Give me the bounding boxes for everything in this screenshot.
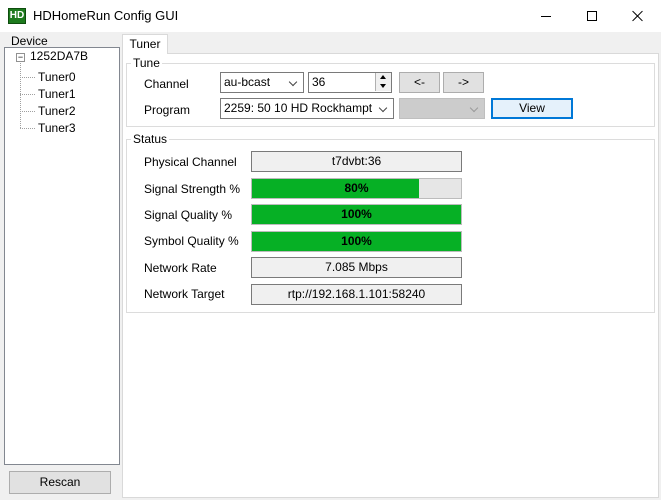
close-icon bbox=[632, 10, 644, 22]
program-select[interactable]: 2259: 50 10 HD Rockhampt bbox=[220, 98, 394, 119]
chevron-down-icon bbox=[376, 99, 393, 118]
tune-group-title: Tune bbox=[131, 56, 162, 70]
physical-channel-value: t7dvbt:36 bbox=[251, 151, 462, 172]
tree-root-device[interactable]: 1252DA7B bbox=[30, 49, 88, 63]
spin-down-button[interactable] bbox=[375, 82, 391, 91]
minimize-button[interactable] bbox=[523, 0, 569, 32]
title-bar: HD HDHomeRun Config GUI bbox=[0, 0, 661, 32]
view-button[interactable]: View bbox=[491, 98, 573, 119]
physical-channel-label: Physical Channel bbox=[144, 155, 237, 169]
signal-quality-label: Signal Quality % bbox=[144, 208, 233, 222]
chevron-down-icon bbox=[467, 99, 484, 118]
signal-quality-bar: 100% bbox=[251, 204, 462, 225]
arrow-down-icon bbox=[380, 84, 386, 88]
program-label: Program bbox=[144, 103, 191, 117]
program-value: 2259: 50 10 HD Rockhampt bbox=[224, 101, 373, 115]
network-target-label: Network Target bbox=[144, 287, 225, 301]
network-rate-label: Network Rate bbox=[144, 261, 217, 275]
channel-number-value: 36 bbox=[312, 75, 326, 89]
channel-number-stepper[interactable]: 36 bbox=[308, 72, 392, 93]
maximize-icon bbox=[587, 11, 597, 21]
channel-label: Channel bbox=[144, 77, 189, 91]
channel-map-value: au-bcast bbox=[224, 75, 271, 89]
channel-map-select[interactable]: au-bcast bbox=[220, 72, 304, 93]
close-button[interactable] bbox=[615, 0, 661, 32]
symbol-quality-value: 100% bbox=[341, 234, 372, 248]
tab-tuner[interactable]: Tuner bbox=[122, 34, 168, 54]
window-title: HDHomeRun Config GUI bbox=[33, 8, 179, 23]
next-channel-button[interactable]: -> bbox=[443, 72, 484, 93]
rescan-button[interactable]: Rescan bbox=[9, 471, 111, 494]
status-group-title: Status bbox=[131, 132, 170, 146]
maximize-button[interactable] bbox=[569, 0, 615, 32]
tree-item-label: Tuner2 bbox=[38, 104, 76, 118]
minimize-icon bbox=[541, 15, 551, 17]
tree-item-label: Tuner0 bbox=[38, 70, 76, 84]
secondary-select[interactable] bbox=[399, 98, 485, 119]
tree-item-label: Tuner1 bbox=[38, 87, 76, 101]
device-label: Device bbox=[11, 34, 48, 48]
signal-strength-label: Signal Strength % bbox=[144, 182, 241, 196]
signal-quality-value: 100% bbox=[341, 207, 372, 221]
collapse-icon[interactable]: − bbox=[16, 53, 25, 62]
app-icon: HD bbox=[8, 8, 26, 24]
previous-channel-button[interactable]: <- bbox=[399, 72, 440, 93]
arrow-up-icon bbox=[380, 75, 386, 79]
symbol-quality-bar: 100% bbox=[251, 231, 462, 252]
network-target-value: rtp://192.168.1.101:58240 bbox=[251, 284, 462, 305]
network-rate-value: 7.085 Mbps bbox=[251, 257, 462, 278]
tree-item-label: Tuner3 bbox=[38, 121, 76, 135]
tree-connector bbox=[20, 63, 21, 128]
signal-strength-value: 80% bbox=[344, 181, 369, 195]
signal-strength-bar: 80% bbox=[251, 178, 462, 199]
device-tree[interactable]: − 1252DA7B Tuner0 Tuner1 Tuner2 Tuner3 bbox=[4, 47, 120, 465]
chevron-down-icon bbox=[286, 73, 303, 92]
symbol-quality-label: Symbol Quality % bbox=[144, 234, 239, 248]
